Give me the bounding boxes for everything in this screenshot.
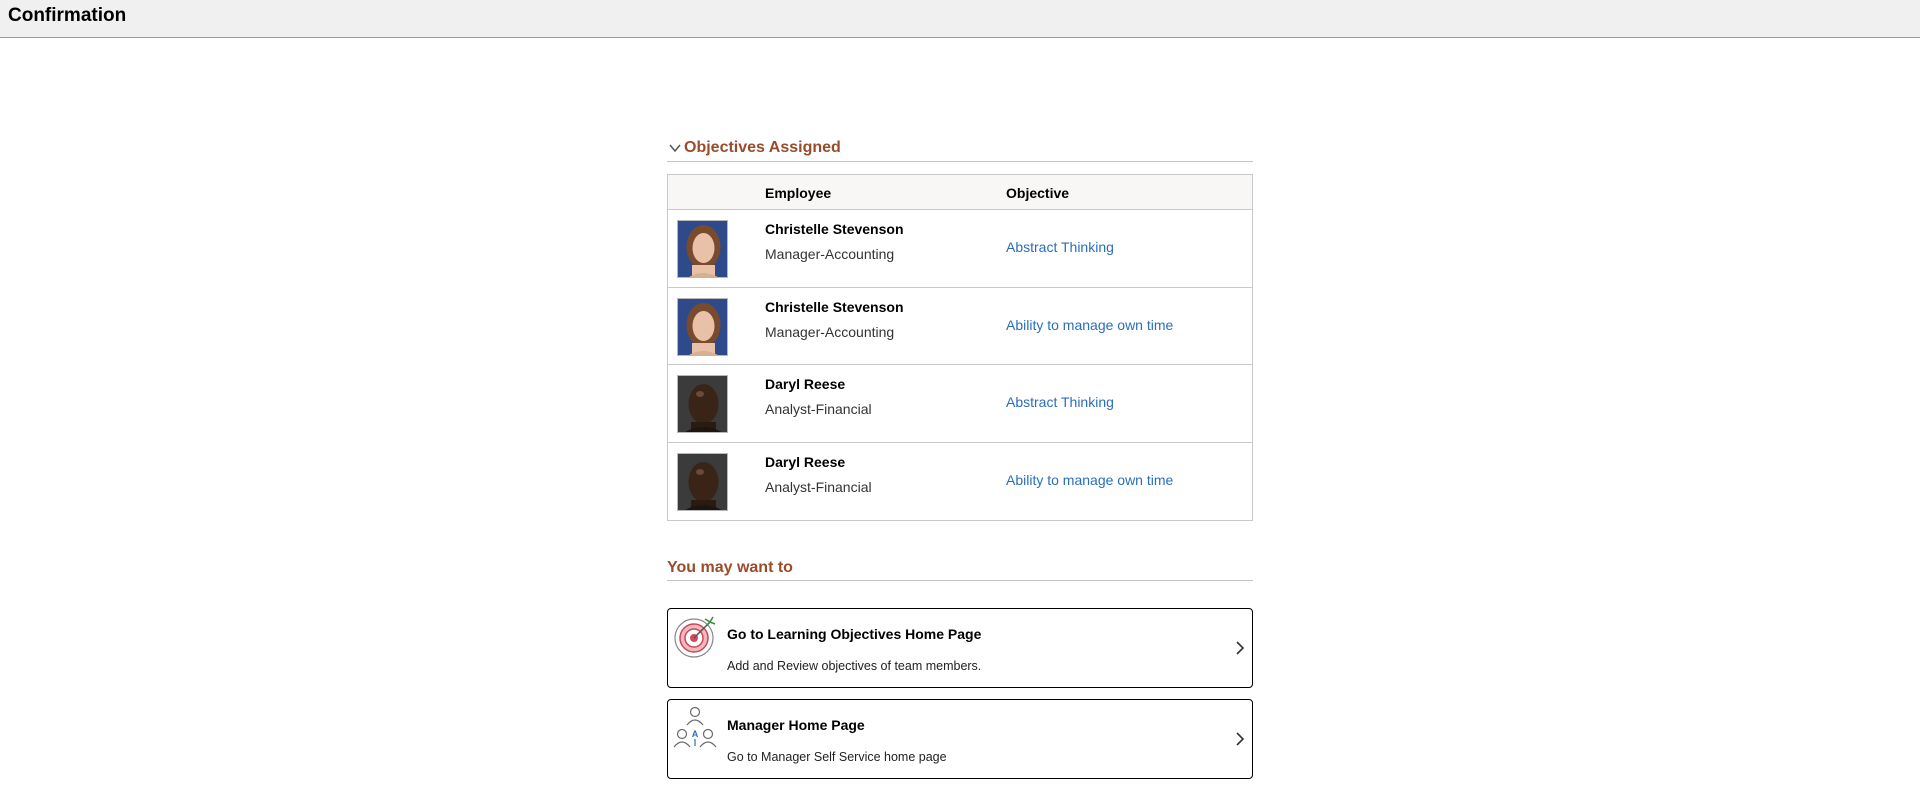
chevron-down-icon[interactable] xyxy=(668,141,682,155)
employee-name: Daryl Reese xyxy=(765,376,846,392)
chevron-right-icon xyxy=(1236,732,1245,746)
title-bar: Confirmation xyxy=(0,0,1920,38)
objective-column-header: Objective xyxy=(1006,185,1070,201)
objectives-assigned-heading: Objectives Assigned xyxy=(684,139,841,156)
learning-objectives-home-card[interactable]: Go to Learning Objectives Home Page Add … xyxy=(667,608,1253,688)
target-icon xyxy=(674,616,716,658)
card-title: Go to Learning Objectives Home Page xyxy=(727,626,982,642)
you-may-want-to-heading: You may want to xyxy=(667,559,793,576)
card-description: Add and Review objectives of team member… xyxy=(727,659,982,673)
employee-name: Christelle Stevenson xyxy=(765,221,904,237)
table-row: Christelle Stevenson Manager-Accounting … xyxy=(668,288,1252,365)
table-row: Daryl Reese Analyst-Financial Ability to… xyxy=(668,443,1252,521)
team-icon: A xyxy=(673,706,717,748)
objective-link[interactable]: Abstract Thinking xyxy=(1006,239,1114,255)
objectives-grid: Employee Objective Christelle Stevenson … xyxy=(667,174,1253,521)
employee-name: Christelle Stevenson xyxy=(765,298,904,315)
employee-name: Daryl Reese xyxy=(765,453,846,470)
card-title: Manager Home Page xyxy=(727,717,865,733)
chevron-right-icon xyxy=(1236,641,1245,655)
employee-job-title: Manager-Accounting xyxy=(765,246,895,262)
card-description: Go to Manager Self Service home page xyxy=(727,750,947,764)
employee-job-title: Analyst-Financial xyxy=(765,401,872,417)
employee-photo xyxy=(677,220,728,278)
employee-job-title: Manager-Accounting xyxy=(765,323,895,340)
grid-header: Employee Objective xyxy=(668,175,1252,210)
employee-job-title: Analyst-Financial xyxy=(765,478,872,495)
table-row: Daryl Reese Analyst-Financial Abstract T… xyxy=(668,365,1252,443)
objective-link[interactable]: Abstract Thinking xyxy=(1006,394,1114,410)
employee-photo xyxy=(677,452,728,511)
objective-link[interactable]: Ability to manage own time xyxy=(1006,472,1173,488)
page-title: Confirmation xyxy=(8,5,127,26)
employee-photo xyxy=(677,375,728,433)
table-row: Christelle Stevenson Manager-Accounting … xyxy=(668,210,1252,288)
manager-home-page-card[interactable]: A Manager Home Page Go to Manager Self S… xyxy=(667,699,1253,779)
you-may-want-to-header: You may want to xyxy=(667,558,1253,581)
objectives-assigned-header[interactable]: Objectives Assigned xyxy=(667,138,1253,162)
employee-photo xyxy=(677,297,728,356)
employee-column-header: Employee xyxy=(765,185,832,201)
objective-link[interactable]: Ability to manage own time xyxy=(1006,317,1173,333)
svg-text:A: A xyxy=(692,729,699,739)
